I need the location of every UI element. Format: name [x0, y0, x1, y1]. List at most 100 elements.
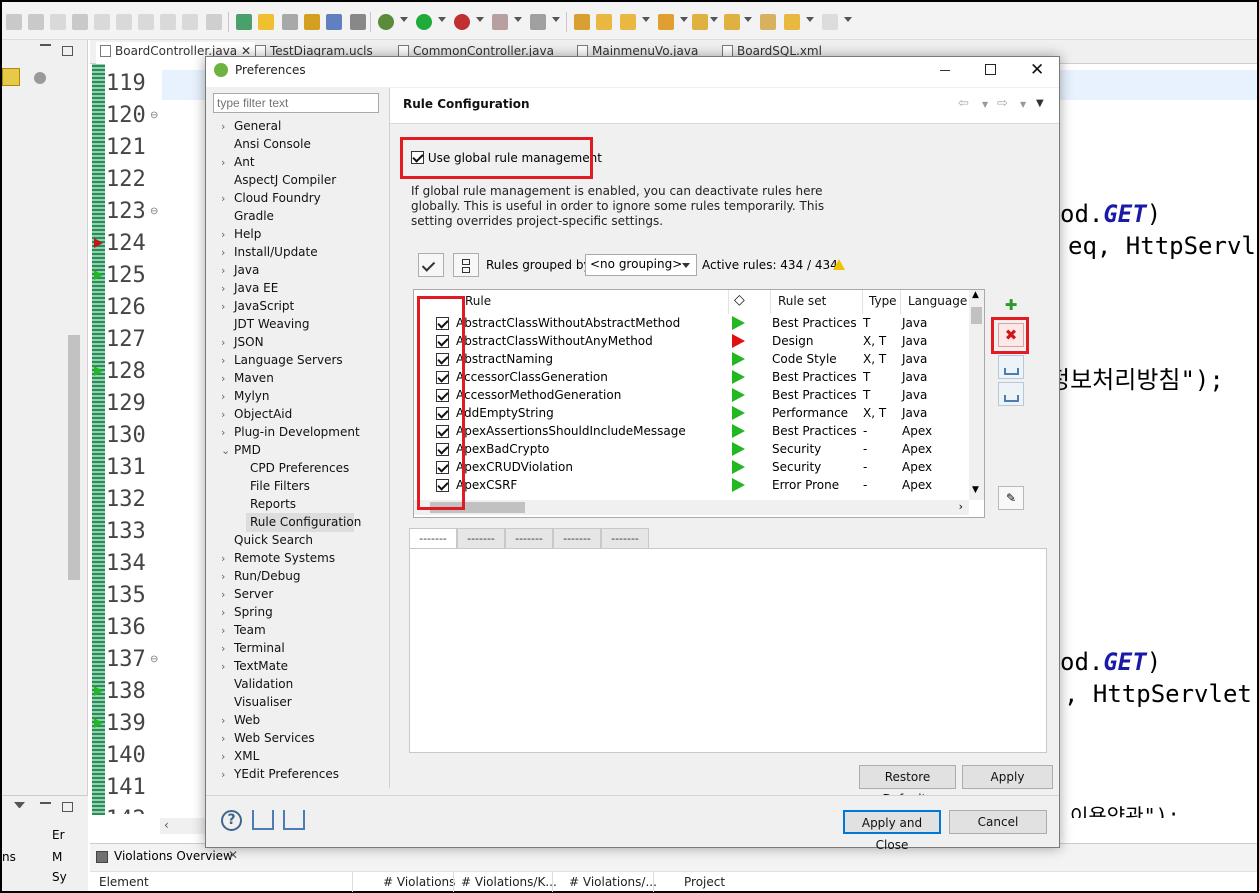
minimize-icon[interactable]	[940, 70, 950, 71]
table-row[interactable]: AccessorMethodGeneration Best Practices T J…	[414, 387, 969, 405]
apply-button[interactable]: Apply	[962, 765, 1053, 789]
export-icon[interactable]	[998, 382, 1024, 406]
help-icon[interactable]: ?	[221, 810, 242, 831]
toolbar-icon[interactable]	[116, 14, 132, 30]
tree-item-maven[interactable]: › Maven	[221, 371, 274, 385]
prev-annotation-icon[interactable]	[724, 14, 740, 30]
tree-item-textmate[interactable]: › TextMate	[221, 659, 288, 673]
tree-item-web[interactable]: › Web	[221, 713, 260, 727]
run-external-icon[interactable]	[454, 14, 470, 30]
column-type[interactable]: Type	[869, 294, 897, 308]
toolbar-icon[interactable]	[6, 14, 22, 30]
tree-item-server[interactable]: › Server	[221, 587, 273, 601]
table-row[interactable]: AbstractClassWithoutAnyMethod Design X, T J…	[414, 333, 969, 351]
table-row[interactable]: AbstractClassWithoutAbstractMethod Best P…	[414, 315, 969, 333]
chevron-icon[interactable]: ›	[221, 552, 225, 565]
table-row[interactable]: AbstractNaming Code Style X, T Java	[414, 351, 969, 369]
chevron-icon[interactable]: ›	[221, 660, 225, 673]
tab-property-2[interactable]: -------	[457, 528, 505, 549]
tree-item-aspectj-compiler[interactable]: AspectJ Compiler	[234, 173, 336, 187]
tree-item-ant[interactable]: › Ant	[221, 155, 255, 169]
check-all-button[interactable]	[418, 253, 444, 277]
close-icon[interactable]: ✕	[228, 848, 238, 862]
chevron-icon[interactable]: ›	[221, 246, 225, 259]
import-preferences-icon[interactable]	[252, 810, 274, 830]
table-row[interactable]: ApexBadCrypto Security - Apex	[414, 441, 969, 459]
toolbar-icon[interactable]	[50, 14, 66, 30]
chevron-icon[interactable]: ›	[221, 570, 225, 583]
collapse-icon[interactable]	[34, 72, 46, 84]
chevron-icon[interactable]: ›	[221, 768, 225, 781]
chevron-icon[interactable]: ›	[221, 750, 225, 763]
table-row[interactable]: ApexCSRF Error Prone - Apex	[414, 477, 969, 495]
chevron-down-icon[interactable]: ▼	[1020, 100, 1026, 109]
next-annotation-icon[interactable]	[692, 14, 708, 30]
chevron-icon[interactable]: ›	[221, 624, 225, 637]
chevron-icon[interactable]: ›	[221, 336, 225, 349]
chevron-icon[interactable]: ›	[221, 588, 225, 601]
toolbar-icon[interactable]	[138, 14, 154, 30]
tree-item-pmd[interactable]: ⌄ PMD	[221, 443, 261, 457]
column-ruleset[interactable]: Rule set	[778, 294, 826, 308]
fold-toggle-icon[interactable]: ⊖	[150, 110, 158, 121]
chevron-down-icon[interactable]: ▼	[982, 100, 988, 109]
new-icon[interactable]	[574, 14, 590, 30]
chevron-icon[interactable]: ›	[221, 426, 225, 439]
cancel-button[interactable]: Cancel	[949, 810, 1047, 834]
chevron-down-icon[interactable]	[14, 802, 25, 810]
chevron-icon[interactable]: ›	[221, 228, 225, 241]
run-icon[interactable]	[416, 14, 432, 30]
tree-item-file-filters[interactable]: File Filters	[250, 479, 310, 493]
tree-item-gradle[interactable]: Gradle	[234, 209, 274, 223]
chevron-icon[interactable]: ›	[221, 408, 225, 421]
chevron-icon[interactable]: ⌄	[221, 444, 230, 457]
tab-fragment[interactable]: M	[52, 850, 62, 864]
filter-input[interactable]	[213, 93, 379, 113]
export-preferences-icon[interactable]	[283, 810, 305, 830]
tree-item-javascript[interactable]: › JavaScript	[221, 299, 294, 313]
maximize-icon[interactable]	[62, 46, 73, 56]
tree-item-spring[interactable]: › Spring	[221, 605, 273, 619]
tree-item-run-debug[interactable]: › Run/Debug	[221, 569, 301, 583]
fold-toggle-icon[interactable]: ⊖	[150, 206, 158, 217]
tree-item-web-services[interactable]: › Web Services	[221, 731, 315, 745]
chevron-icon[interactable]: ›	[221, 372, 225, 385]
tree-item-rule-configuration[interactable]: Rule Configuration	[250, 515, 361, 529]
tab-property-3[interactable]: -------	[505, 528, 553, 549]
diamond-icon[interactable]: ◇	[734, 292, 745, 308]
paragraph-icon[interactable]	[350, 14, 366, 30]
forward-icon[interactable]	[822, 14, 838, 30]
table-row[interactable]: ApexCRUDViolation Security - Apex	[414, 459, 969, 477]
chevron-icon[interactable]: ›	[221, 732, 225, 745]
tree-item-json[interactable]: › JSON	[221, 335, 264, 349]
sash[interactable]	[389, 88, 390, 788]
pin-icon[interactable]	[236, 14, 252, 30]
tree-item-quick-search[interactable]: Quick Search	[234, 533, 313, 547]
chevron-icon[interactable]: ›	[221, 264, 225, 277]
chevron-icon[interactable]: ›	[221, 282, 225, 295]
chevron-icon[interactable]: ›	[221, 714, 225, 727]
tree-item-cloud-foundry[interactable]: › Cloud Foundry	[221, 191, 321, 205]
left-scroll-thumb[interactable]	[68, 335, 80, 580]
restore-defaults-button[interactable]: Restore Defaults	[859, 765, 956, 806]
grouping-select[interactable]: <no grouping>	[585, 254, 697, 276]
table-row[interactable]: AccessorClassGeneration Best Practices T Ja…	[414, 369, 969, 387]
tree-item-help[interactable]: › Help	[221, 227, 261, 241]
toolbar-icon[interactable]	[72, 14, 88, 30]
toolbar-icon[interactable]	[530, 14, 546, 30]
toolbar-icon[interactable]	[28, 14, 44, 30]
toolbar-icon[interactable]	[282, 14, 298, 30]
tree-item-general[interactable]: › General	[221, 119, 281, 133]
chevron-icon[interactable]: ›	[221, 354, 225, 367]
tree-item-validation[interactable]: Validation	[234, 677, 293, 691]
edit-rule-icon[interactable]: ✎	[998, 486, 1024, 510]
view-menu-icon[interactable]: ▼	[1036, 98, 1044, 109]
chevron-icon[interactable]: ›	[221, 156, 225, 169]
tree-item-terminal[interactable]: › Terminal	[221, 641, 285, 655]
table-row[interactable]: ApexAssertionsShouldIncludeMessage Best P…	[414, 423, 969, 441]
chevron-icon[interactable]: ›	[221, 642, 225, 655]
tree-item-jdt-weaving[interactable]: JDT Weaving	[234, 317, 309, 331]
import-icon[interactable]	[998, 355, 1024, 379]
uncheck-all-button[interactable]	[453, 253, 479, 277]
violations-overview-tab[interactable]: Violations Overview	[114, 849, 233, 863]
